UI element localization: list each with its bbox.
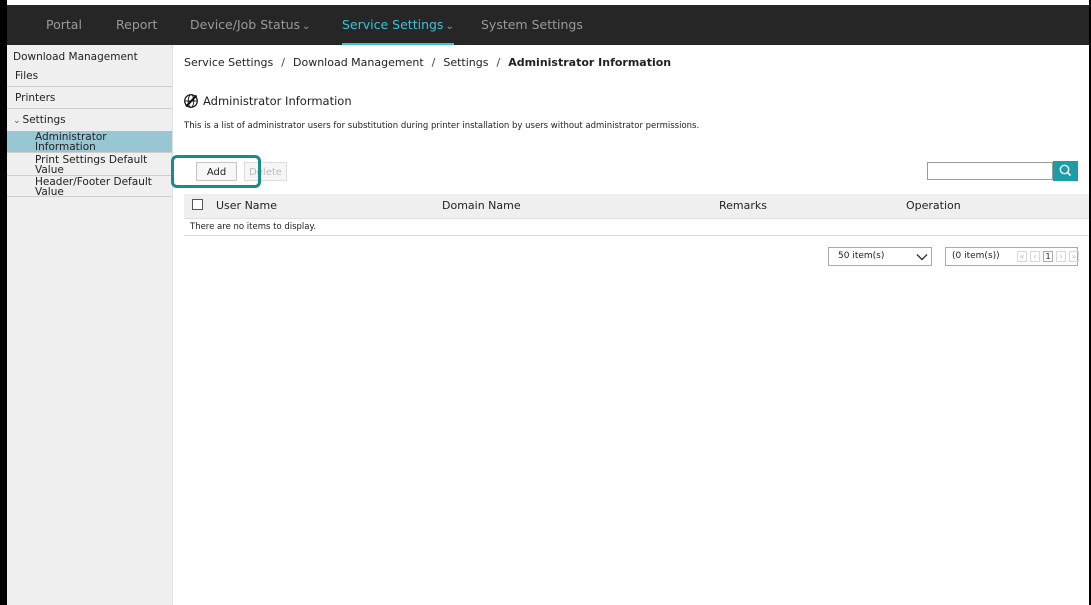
tab-service-settings[interactable]: Service Settings ⌄ bbox=[342, 5, 454, 45]
breadcrumb-link[interactable]: Settings bbox=[443, 56, 488, 69]
pagination: (0 item(s)) « ‹ 1 › » bbox=[945, 247, 1079, 266]
tab-system-settings[interactable]: System Settings bbox=[481, 5, 583, 45]
previous-page-button[interactable]: ‹ bbox=[1030, 251, 1040, 262]
tab-label: Report bbox=[116, 17, 158, 32]
delete-button[interactable]: Delete bbox=[244, 162, 287, 181]
column-header-operation: Operation bbox=[906, 199, 961, 212]
breadcrumb-separator: / bbox=[496, 56, 501, 69]
sidebar-heading: Download Management bbox=[13, 51, 138, 63]
next-page-button[interactable]: › bbox=[1056, 251, 1066, 262]
sidebar-item-label: Settings bbox=[22, 114, 66, 126]
select-all-checkbox[interactable] bbox=[192, 199, 203, 210]
page-description: This is a list of administrator users fo… bbox=[184, 121, 700, 131]
breadcrumb-link[interactable]: Download Management bbox=[293, 56, 424, 69]
column-header-domain-name[interactable]: Domain Name bbox=[442, 199, 521, 212]
sidebar-item-files[interactable]: Files bbox=[7, 66, 172, 87]
empty-message: There are no items to display. bbox=[190, 222, 317, 232]
column-header-remarks[interactable]: Remarks bbox=[719, 199, 767, 212]
top-navigation-bar: Portal Report Device/Job Status ⌄ Service… bbox=[7, 5, 1089, 45]
sidebar-item-label-line2: Information bbox=[35, 141, 96, 153]
page-number[interactable]: 1 bbox=[1043, 251, 1053, 262]
breadcrumb-link[interactable]: Service Settings bbox=[184, 56, 273, 69]
search-icon bbox=[1059, 164, 1072, 177]
search-button[interactable] bbox=[1053, 161, 1078, 181]
page-title: Administrator Information bbox=[203, 94, 352, 108]
tab-device-job-status[interactable]: Device/Job Status ⌄ bbox=[190, 5, 310, 45]
tab-portal[interactable]: Portal bbox=[46, 5, 82, 45]
chevron-down-icon bbox=[916, 254, 928, 261]
sidebar-item-settings[interactable]: ⌄ Settings bbox=[7, 110, 172, 130]
first-page-button[interactable]: « bbox=[1017, 251, 1027, 262]
chevron-down-icon: ⌄ bbox=[445, 21, 454, 32]
sidebar: Download Management Files Printers ⌄ Sett… bbox=[7, 45, 173, 605]
tab-report[interactable]: Report bbox=[116, 5, 157, 45]
breadcrumb-current: Administrator Information bbox=[508, 56, 672, 69]
sidebar-item-administrator-information[interactable]: Administrator Information bbox=[7, 131, 172, 153]
sidebar-item-header-footer-default-value[interactable]: Header/Footer Default Value bbox=[7, 177, 172, 197]
last-page-button[interactable]: » bbox=[1069, 251, 1079, 262]
items-per-page-value: 50 item(s) bbox=[838, 251, 885, 261]
search-input[interactable] bbox=[927, 162, 1053, 180]
breadcrumb-separator: / bbox=[281, 56, 285, 69]
sidebar-item-printers[interactable]: Printers bbox=[7, 88, 172, 109]
total-item-count: (0 item(s)) bbox=[952, 251, 1000, 261]
sidebar-item-label-line2: Value bbox=[35, 186, 64, 198]
add-button[interactable]: Add bbox=[196, 162, 237, 181]
breadcrumb: Service Settings / Download Management / Set… bbox=[184, 56, 671, 69]
tab-label: System Settings bbox=[481, 17, 583, 32]
active-tab-indicator bbox=[342, 43, 454, 45]
tab-label: Device/Job Status bbox=[190, 17, 301, 32]
chevron-down-icon: ⌄ bbox=[302, 21, 311, 32]
app-window: Portal Report Device/Job Status ⌄ Service… bbox=[0, 0, 1091, 605]
sidebar-item-label-line2: Value bbox=[35, 164, 64, 176]
items-per-page-select[interactable]: 50 item(s) bbox=[828, 247, 932, 266]
breadcrumb-separator: / bbox=[431, 56, 436, 69]
column-header-user-name[interactable]: User Name bbox=[216, 199, 277, 212]
sidebar-item-label: Printers bbox=[15, 92, 56, 104]
globe-slash-icon bbox=[184, 94, 198, 108]
tab-label: Service Settings bbox=[342, 17, 444, 32]
chevron-down-icon: ⌄ bbox=[13, 116, 21, 126]
tab-label: Portal bbox=[46, 17, 82, 32]
sidebar-item-label: Files bbox=[15, 70, 39, 82]
table-header: User Name Domain Name Remarks Operation bbox=[184, 194, 1089, 219]
table-empty-row: There are no items to display. bbox=[184, 219, 1089, 236]
window-border-left bbox=[0, 0, 7, 605]
sidebar-item-print-settings-default-value[interactable]: Print Settings Default Value bbox=[7, 154, 172, 176]
